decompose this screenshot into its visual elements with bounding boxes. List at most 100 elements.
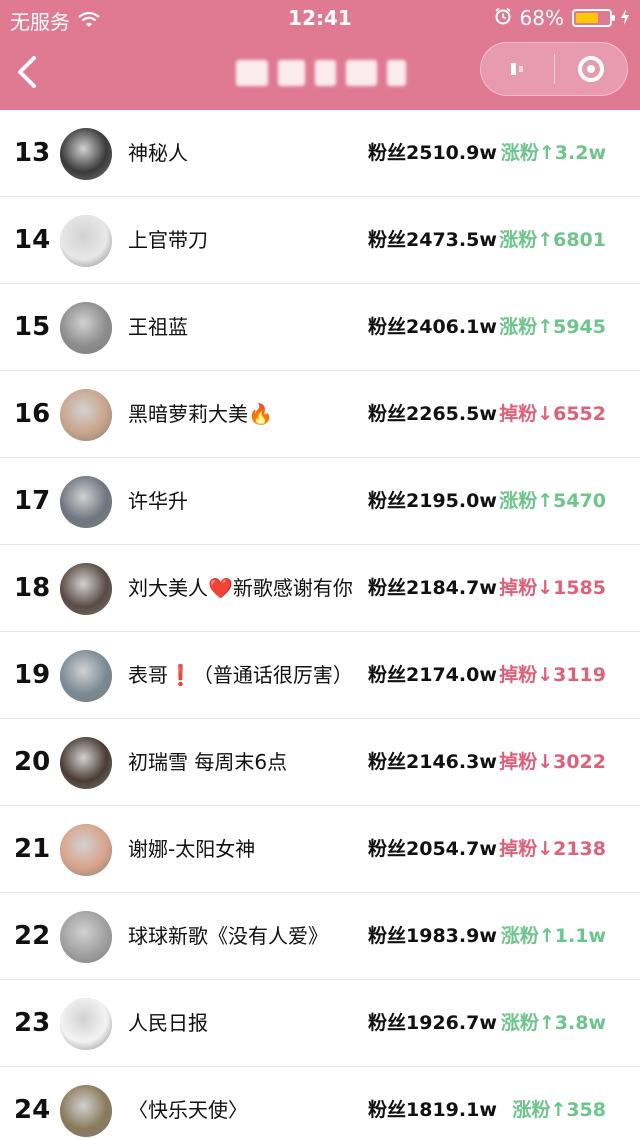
avatar-image xyxy=(60,998,112,1050)
avatar-image xyxy=(60,563,112,615)
fan-gain: 涨粉↑6801 xyxy=(499,229,606,251)
ranking-row[interactable]: 19 表哥❗（普通话很厉害） 粉丝2174.0w 掉粉↓3119 xyxy=(0,632,640,719)
avatar[interactable] xyxy=(60,389,112,441)
ranking-row[interactable]: 21 谢娜-太阳女神 粉丝2054.7w 掉粉↓2138 xyxy=(0,806,640,893)
fan-count: 粉丝1926.7w xyxy=(368,1012,497,1034)
rank-number: 21 xyxy=(14,834,51,864)
fan-gain: 涨粉↑3.8w xyxy=(500,1012,606,1034)
rank-number: 23 xyxy=(14,1008,51,1038)
rank-number: 24 xyxy=(14,1095,51,1125)
account-name: 上官带刀 xyxy=(128,228,208,252)
avatar[interactable] xyxy=(60,302,112,354)
rank-number: 15 xyxy=(14,312,51,342)
account-name: 谢娜-太阳女神 xyxy=(128,837,256,861)
fan-loss: 掉粉↓6552 xyxy=(499,403,606,425)
charging-icon xyxy=(620,6,630,30)
more-icon xyxy=(511,63,524,75)
fan-count: 粉丝2473.5w xyxy=(368,229,497,251)
fan-count: 粉丝2146.3w xyxy=(368,751,497,773)
miniprogram-capsule xyxy=(480,42,628,96)
fan-count: 粉丝1983.9w xyxy=(368,925,497,947)
fan-count: 粉丝2184.7w xyxy=(368,577,497,599)
avatar-image xyxy=(60,215,112,267)
account-name: 黑暗萝莉大美🔥 xyxy=(128,402,273,426)
fan-gain: 涨粉↑5945 xyxy=(499,316,606,338)
account-name: 表哥❗（普通话很厉害） xyxy=(128,663,353,687)
rank-number: 20 xyxy=(14,747,51,777)
ranking-row[interactable]: 14 上官带刀 粉丝2473.5w 涨粉↑6801 xyxy=(0,197,640,284)
ranking-row[interactable]: 16 黑暗萝莉大美🔥 粉丝2265.5w 掉粉↓6552 xyxy=(0,371,640,458)
fan-loss: 掉粉↓2138 xyxy=(499,838,606,860)
fan-count: 粉丝2174.0w xyxy=(368,664,497,686)
rank-number: 14 xyxy=(14,225,51,255)
account-name: 神秘人 xyxy=(128,141,188,165)
avatar[interactable] xyxy=(60,1085,112,1137)
fan-count: 粉丝1819.1w xyxy=(368,1099,497,1121)
more-button[interactable] xyxy=(481,43,554,95)
fan-count: 粉丝2510.9w xyxy=(368,142,497,164)
rank-number: 18 xyxy=(14,573,51,603)
avatar[interactable] xyxy=(60,998,112,1050)
ranking-row[interactable]: 17 许华升 粉丝2195.0w 涨粉↑5470 xyxy=(0,458,640,545)
fan-loss: 掉粉↓3022 xyxy=(499,751,606,773)
avatar-image xyxy=(60,650,112,702)
account-name: 球球新歌《没有人爱》 xyxy=(128,924,328,948)
back-button[interactable] xyxy=(12,50,52,94)
fan-count: 粉丝2054.7w xyxy=(368,838,497,860)
fan-loss: 掉粉↓3119 xyxy=(499,664,606,686)
fan-gain: 涨粉↑3.2w xyxy=(500,142,606,164)
status-bar: 无服务 12:41 68% xyxy=(0,0,640,36)
avatar-image xyxy=(60,737,112,789)
ranking-row[interactable]: 24 〈快乐天使〉 粉丝1819.1w 涨粉↑358 xyxy=(0,1067,640,1138)
avatar-image xyxy=(60,824,112,876)
fan-gain: 涨粉↑1.1w xyxy=(500,925,606,947)
account-name: 许华升 xyxy=(128,489,188,513)
avatar[interactable] xyxy=(60,824,112,876)
account-name: 人民日报 xyxy=(128,1011,208,1035)
fan-loss: 掉粉↓1585 xyxy=(499,577,606,599)
rank-number: 16 xyxy=(14,399,51,429)
rank-number: 19 xyxy=(14,660,51,690)
fan-count: 粉丝2195.0w xyxy=(368,490,497,512)
close-button[interactable] xyxy=(555,43,628,95)
avatar-image xyxy=(60,1085,112,1137)
avatar-image xyxy=(60,476,112,528)
avatar[interactable] xyxy=(60,911,112,963)
fan-count: 粉丝2406.1w xyxy=(368,316,497,338)
chevron-left-icon xyxy=(18,56,36,88)
status-right: 68% xyxy=(494,6,630,30)
ranking-list: 13 神秘人 粉丝2510.9w 涨粉↑3.2w 14 上官带刀 粉丝2473.5w 涨粉↑6… xyxy=(0,110,640,1138)
avatar-image xyxy=(60,128,112,180)
rank-number: 17 xyxy=(14,486,51,516)
ranking-row[interactable]: 18 刘大美人❤️新歌感谢有你 粉丝2184.7w 掉粉↓1585 xyxy=(0,545,640,632)
rank-number: 22 xyxy=(14,921,51,951)
battery-percent: 68% xyxy=(519,6,564,30)
avatar-image xyxy=(60,911,112,963)
ranking-row[interactable]: 15 王祖蓝 粉丝2406.1w 涨粉↑5945 xyxy=(0,284,640,371)
close-circle-icon xyxy=(577,56,604,82)
account-name: 刘大美人❤️新歌感谢有你 xyxy=(128,576,353,600)
avatar[interactable] xyxy=(60,737,112,789)
avatar[interactable] xyxy=(60,563,112,615)
battery-icon xyxy=(572,9,615,27)
account-name: 初瑞雪 每周末6点 xyxy=(128,750,288,774)
fan-gain: 涨粉↑358 xyxy=(512,1099,606,1121)
account-name: 王祖蓝 xyxy=(128,315,188,339)
avatar[interactable] xyxy=(60,476,112,528)
avatar[interactable] xyxy=(60,215,112,267)
ranking-row[interactable]: 20 初瑞雪 每周末6点 粉丝2146.3w 掉粉↓3022 xyxy=(0,719,640,806)
nav-bar xyxy=(0,36,640,110)
page-title-obscured xyxy=(236,56,407,90)
rank-number: 13 xyxy=(14,138,51,168)
avatar-image xyxy=(60,302,112,354)
avatar-image xyxy=(60,389,112,441)
fan-count: 粉丝2265.5w xyxy=(368,403,497,425)
avatar[interactable] xyxy=(60,650,112,702)
ranking-row[interactable]: 13 神秘人 粉丝2510.9w 涨粉↑3.2w xyxy=(0,110,640,197)
ranking-row[interactable]: 22 球球新歌《没有人爱》 粉丝1983.9w 涨粉↑1.1w xyxy=(0,893,640,980)
fan-gain: 涨粉↑5470 xyxy=(499,490,606,512)
alarm-icon xyxy=(494,6,512,30)
ranking-row[interactable]: 23 人民日报 粉丝1926.7w 涨粉↑3.8w xyxy=(0,980,640,1067)
account-name: 〈快乐天使〉 xyxy=(128,1098,248,1122)
avatar[interactable] xyxy=(60,128,112,180)
